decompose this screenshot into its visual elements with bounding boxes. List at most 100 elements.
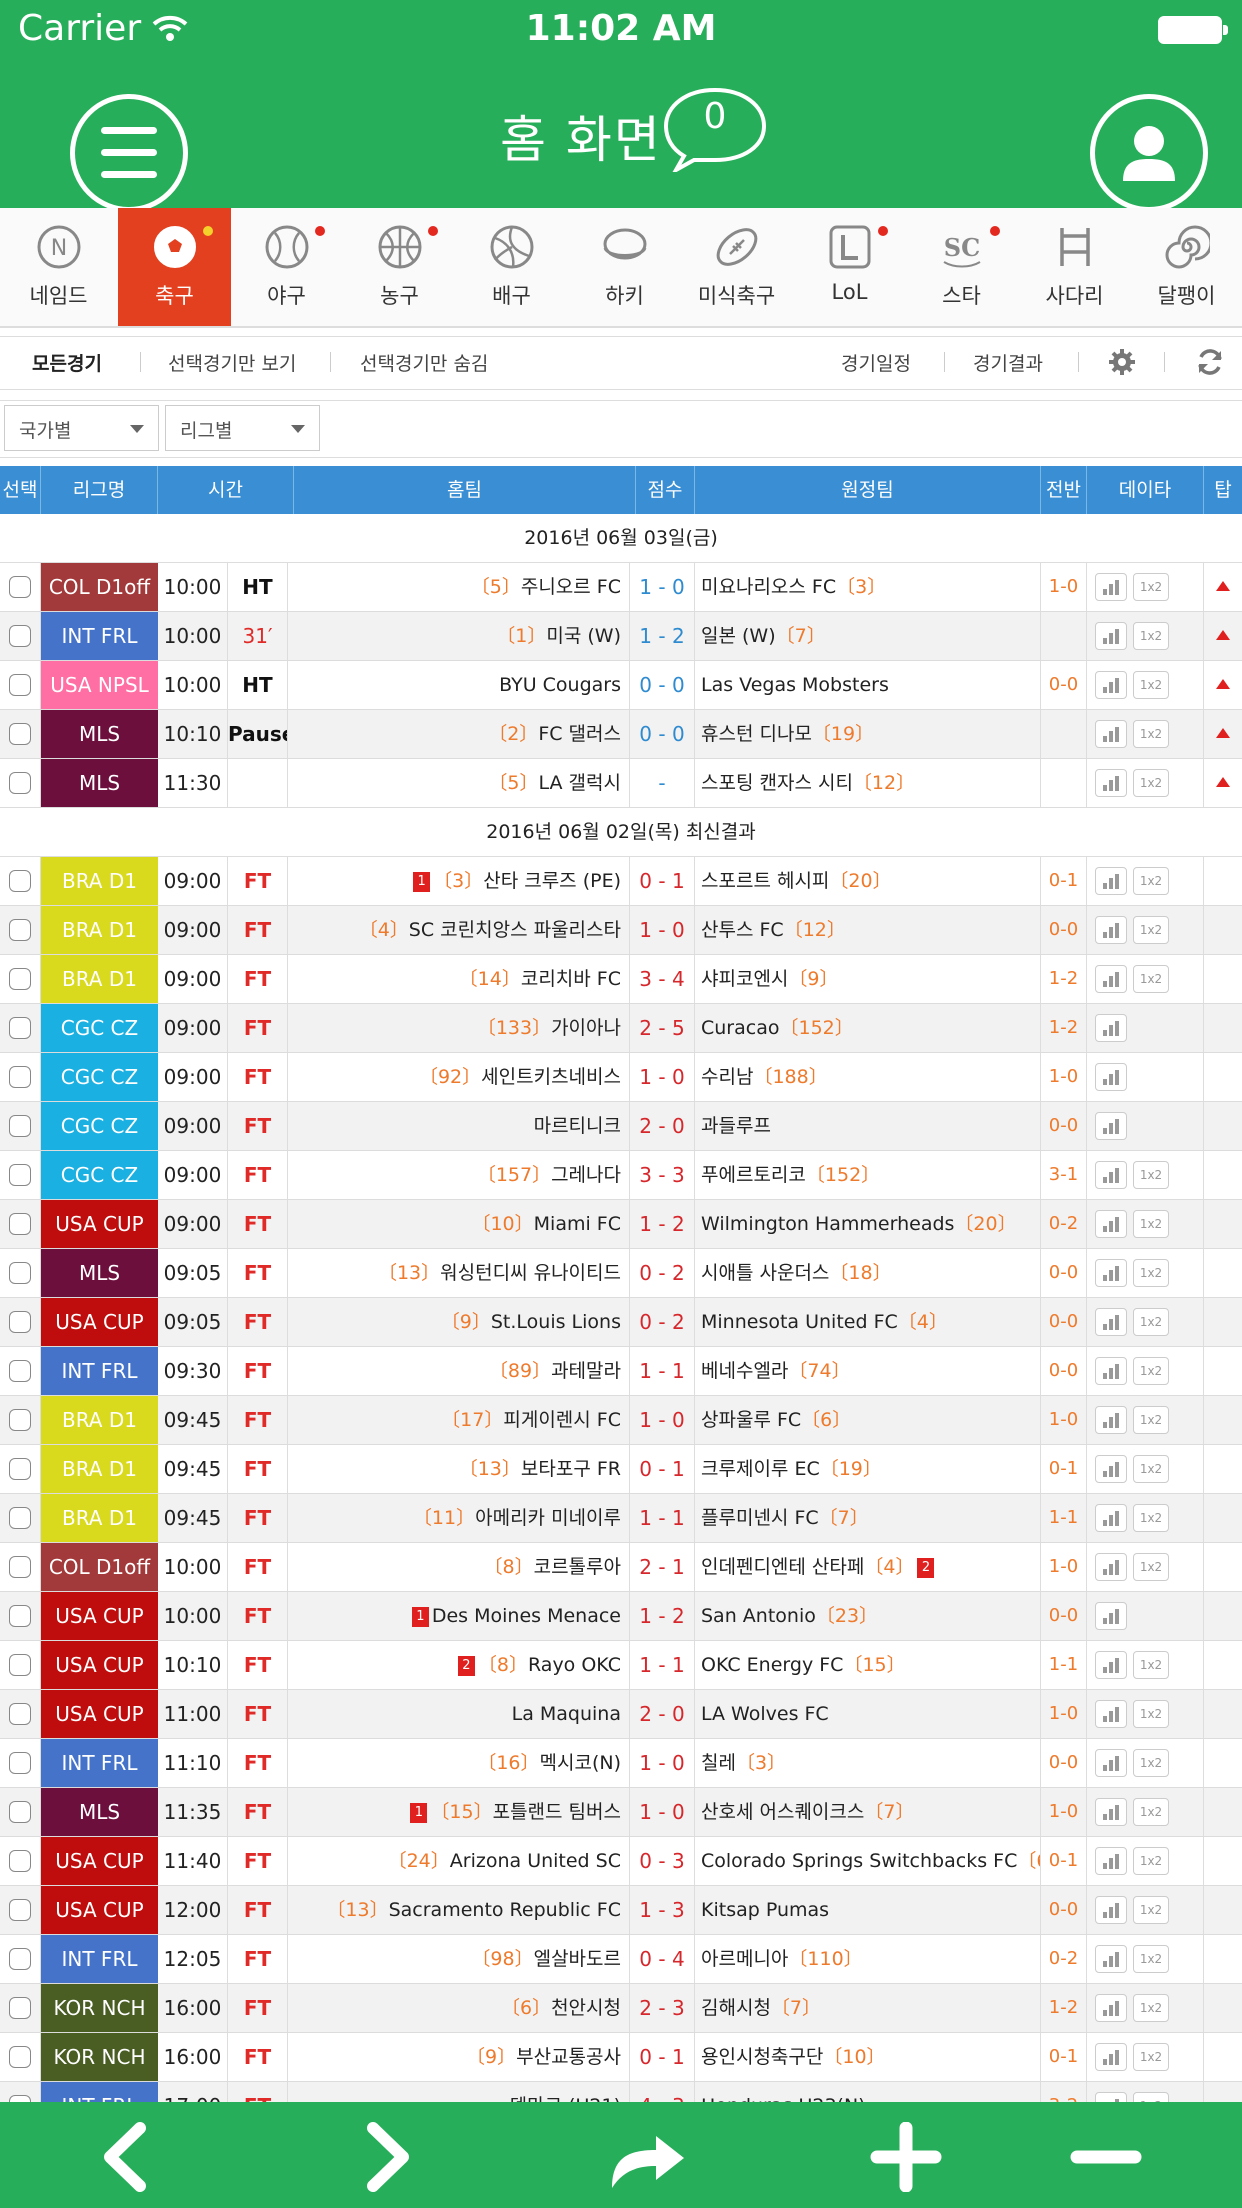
select-checkbox[interactable] <box>9 1360 31 1382</box>
stats-chart-icon[interactable] <box>1095 1406 1127 1434</box>
table-row[interactable]: USA CUP 09:05 FT 〔9〕St.Louis Lions 0 - 2 Minn… <box>0 1298 1242 1347</box>
stats-chart-icon[interactable] <box>1095 1210 1127 1238</box>
odds-button[interactable]: 1x2 <box>1133 1749 1169 1777</box>
table-row[interactable]: USA NPSL 10:00 HT BYU Cougars 0 - 0 Las Vegas… <box>0 661 1242 710</box>
tab-volleyball[interactable]: 배구 <box>455 208 568 326</box>
zoom-in-plus-icon[interactable] <box>866 2122 946 2192</box>
home-team-cell[interactable]: 마르티니크 <box>288 1102 630 1150</box>
stats-chart-icon[interactable] <box>1095 916 1127 944</box>
odds-button[interactable]: 1x2 <box>1133 1896 1169 1924</box>
home-team-cell[interactable]: 〔17〕피게이렌시 FC <box>288 1396 630 1444</box>
home-team-cell[interactable]: 〔5〕LA 갤럭시 <box>288 759 630 807</box>
tab-hockey[interactable]: 하키 <box>568 208 681 326</box>
stats-chart-icon[interactable] <box>1095 1700 1127 1728</box>
select-checkbox[interactable] <box>9 1213 31 1235</box>
select-checkbox[interactable] <box>9 723 31 745</box>
tab-soccer[interactable]: 축구 <box>118 208 231 326</box>
table-row[interactable]: BRA D1 09:00 FT 〔4〕SC 코린치앙스 파울리스타 1 - 0 산투스 F… <box>0 906 1242 955</box>
home-team-cell[interactable]: La Maquina <box>288 1690 630 1738</box>
home-team-cell[interactable]: 덴마크 (U21) <box>288 2082 630 2102</box>
odds-button[interactable]: 1x2 <box>1133 1504 1169 1532</box>
odds-button[interactable]: 1x2 <box>1133 1455 1169 1483</box>
away-team-cell[interactable]: OKC Energy FC〔15〕 <box>695 1641 1041 1689</box>
stats-chart-icon[interactable] <box>1095 720 1127 748</box>
select-checkbox[interactable] <box>9 1703 31 1725</box>
odds-button[interactable]: 1x2 <box>1133 671 1169 699</box>
odds-button[interactable]: 1x2 <box>1133 1406 1169 1434</box>
away-team-cell[interactable]: LA Wolves FC <box>695 1690 1041 1738</box>
gear-icon[interactable] <box>1107 347 1137 377</box>
away-team-cell[interactable]: 수리남〔188〕 <box>695 1053 1041 1101</box>
away-team-cell[interactable]: 스포팅 캔자스 시티〔12〕 <box>695 759 1041 807</box>
stats-chart-icon[interactable] <box>1095 1259 1127 1287</box>
home-team-cell[interactable]: 2 〔8〕Rayo OKC <box>288 1641 630 1689</box>
select-checkbox[interactable] <box>9 1997 31 2019</box>
stats-chart-icon[interactable] <box>1095 1798 1127 1826</box>
zoom-out-minus-icon[interactable] <box>1066 2122 1146 2192</box>
home-team-cell[interactable]: 〔13〕보타포구 FR <box>288 1445 630 1493</box>
odds-button[interactable]: 1x2 <box>1133 1259 1169 1287</box>
stats-chart-icon[interactable] <box>1095 2092 1127 2102</box>
away-team-cell[interactable]: 시애틀 사운더스〔18〕 <box>695 1249 1041 1297</box>
menu-button[interactable] <box>70 94 188 212</box>
pin-top-icon[interactable] <box>1216 728 1230 738</box>
odds-button[interactable]: 1x2 <box>1133 1847 1169 1875</box>
select-checkbox[interactable] <box>9 674 31 696</box>
select-checkbox[interactable] <box>9 968 31 990</box>
tab-starcraft[interactable]: SC 스타 <box>905 208 1018 326</box>
table-row[interactable]: USA CUP 09:00 FT 〔10〕Miami FC 1 - 2 Wilmingto… <box>0 1200 1242 1249</box>
odds-button[interactable]: 1x2 <box>1133 1700 1169 1728</box>
stats-chart-icon[interactable] <box>1095 2043 1127 2071</box>
tab-ladder[interactable]: 사다리 <box>1018 208 1131 326</box>
home-team-cell[interactable]: 〔14〕코리치바 FC <box>288 955 630 1003</box>
odds-button[interactable]: 1x2 <box>1133 867 1169 895</box>
select-checkbox[interactable] <box>9 576 31 598</box>
table-row[interactable]: BRA D1 09:00 FT 1 〔3〕산타 크루즈 (PE) 0 - 1 스포르트 헤시… <box>0 857 1242 906</box>
stats-chart-icon[interactable] <box>1095 1455 1127 1483</box>
home-team-cell[interactable]: 〔16〕멕시코(N) <box>288 1739 630 1787</box>
away-team-cell[interactable]: Colorado Springs Switchbacks FC〔6〕 <box>695 1837 1041 1885</box>
away-team-cell[interactable]: 푸에르토리코〔152〕 <box>695 1151 1041 1199</box>
schedule-link[interactable]: 경기일정 <box>841 349 911 376</box>
select-checkbox[interactable] <box>9 1899 31 1921</box>
select-checkbox[interactable] <box>9 919 31 941</box>
table-row[interactable]: USA CUP 11:00 FT La Maquina 2 - 0 LA Wolves F… <box>0 1690 1242 1739</box>
home-team-cell[interactable]: 〔8〕코르톨루아 <box>288 1543 630 1591</box>
stats-chart-icon[interactable] <box>1095 1749 1127 1777</box>
table-row[interactable]: CGC CZ 09:00 FT 마르티니크 2 - 0 과들루프 0-0 <box>0 1102 1242 1151</box>
away-team-cell[interactable]: 김해시청〔7〕 <box>695 1984 1041 2032</box>
home-team-cell[interactable]: 〔11〕아메리카 미네이루 <box>288 1494 630 1542</box>
tab-baseball[interactable]: 야구 <box>230 208 343 326</box>
table-row[interactable]: CGC CZ 09:00 FT 〔133〕가이아나 2 - 5 Curacao〔152〕 1… <box>0 1004 1242 1053</box>
odds-button[interactable]: 1x2 <box>1133 1798 1169 1826</box>
away-team-cell[interactable]: 인데펜디엔테 산타페〔4〕 2 <box>695 1543 1041 1591</box>
select-checkbox[interactable] <box>9 1850 31 1872</box>
home-team-cell[interactable]: 〔2〕FC 댈러스 <box>288 710 630 758</box>
table-row[interactable]: INT FRL 09:30 FT 〔89〕과테말라 1 - 1 베네수엘라〔74〕 0-0 1… <box>0 1347 1242 1396</box>
table-row[interactable]: USA CUP 10:00 FT 1 Des Moines Menace 1 - 2 San… <box>0 1592 1242 1641</box>
stats-chart-icon[interactable] <box>1095 1357 1127 1385</box>
share-arrow-icon[interactable] <box>600 2122 690 2192</box>
tab-basketball[interactable]: 농구 <box>343 208 456 326</box>
stats-chart-icon[interactable] <box>1095 1602 1127 1630</box>
home-team-cell[interactable]: 〔133〕가이아나 <box>288 1004 630 1052</box>
stats-chart-icon[interactable] <box>1095 1308 1127 1336</box>
table-row[interactable]: USA CUP 10:10 FT 2 〔8〕Rayo OKC 1 - 1 OKC Energ… <box>0 1641 1242 1690</box>
refresh-icon[interactable] <box>1195 347 1225 377</box>
filter-hide-selected[interactable]: 선택경기만 숨김 <box>360 349 488 376</box>
forward-arrow-icon[interactable] <box>345 2122 425 2192</box>
stats-chart-icon[interactable] <box>1095 1847 1127 1875</box>
select-checkbox[interactable] <box>9 1605 31 1627</box>
home-team-cell[interactable]: 〔1〕미국 (W) <box>288 612 630 660</box>
table-row[interactable]: COL D1off 10:00 HT 〔5〕주니오르 FC 1 - 0 미요나리오스 FC… <box>0 563 1242 612</box>
odds-button[interactable]: 1x2 <box>1133 965 1169 993</box>
stats-chart-icon[interactable] <box>1095 1994 1127 2022</box>
home-team-cell[interactable]: 〔4〕SC 코린치앙스 파울리스타 <box>288 906 630 954</box>
table-row[interactable]: MLS 11:30 〔5〕LA 갤럭시 - 스포팅 캔자스 시티〔12〕 1x2 <box>0 759 1242 808</box>
away-team-cell[interactable]: 휴스턴 디나모〔19〕 <box>695 710 1041 758</box>
select-checkbox[interactable] <box>9 870 31 892</box>
table-row[interactable]: INT FRL 11:10 FT 〔16〕멕시코(N) 1 - 0 칠레〔3〕 0-0 1x2 <box>0 1739 1242 1788</box>
away-team-cell[interactable]: Minnesota United FC〔4〕 <box>695 1298 1041 1346</box>
odds-button[interactable]: 1x2 <box>1133 573 1169 601</box>
select-checkbox[interactable] <box>9 2046 31 2068</box>
